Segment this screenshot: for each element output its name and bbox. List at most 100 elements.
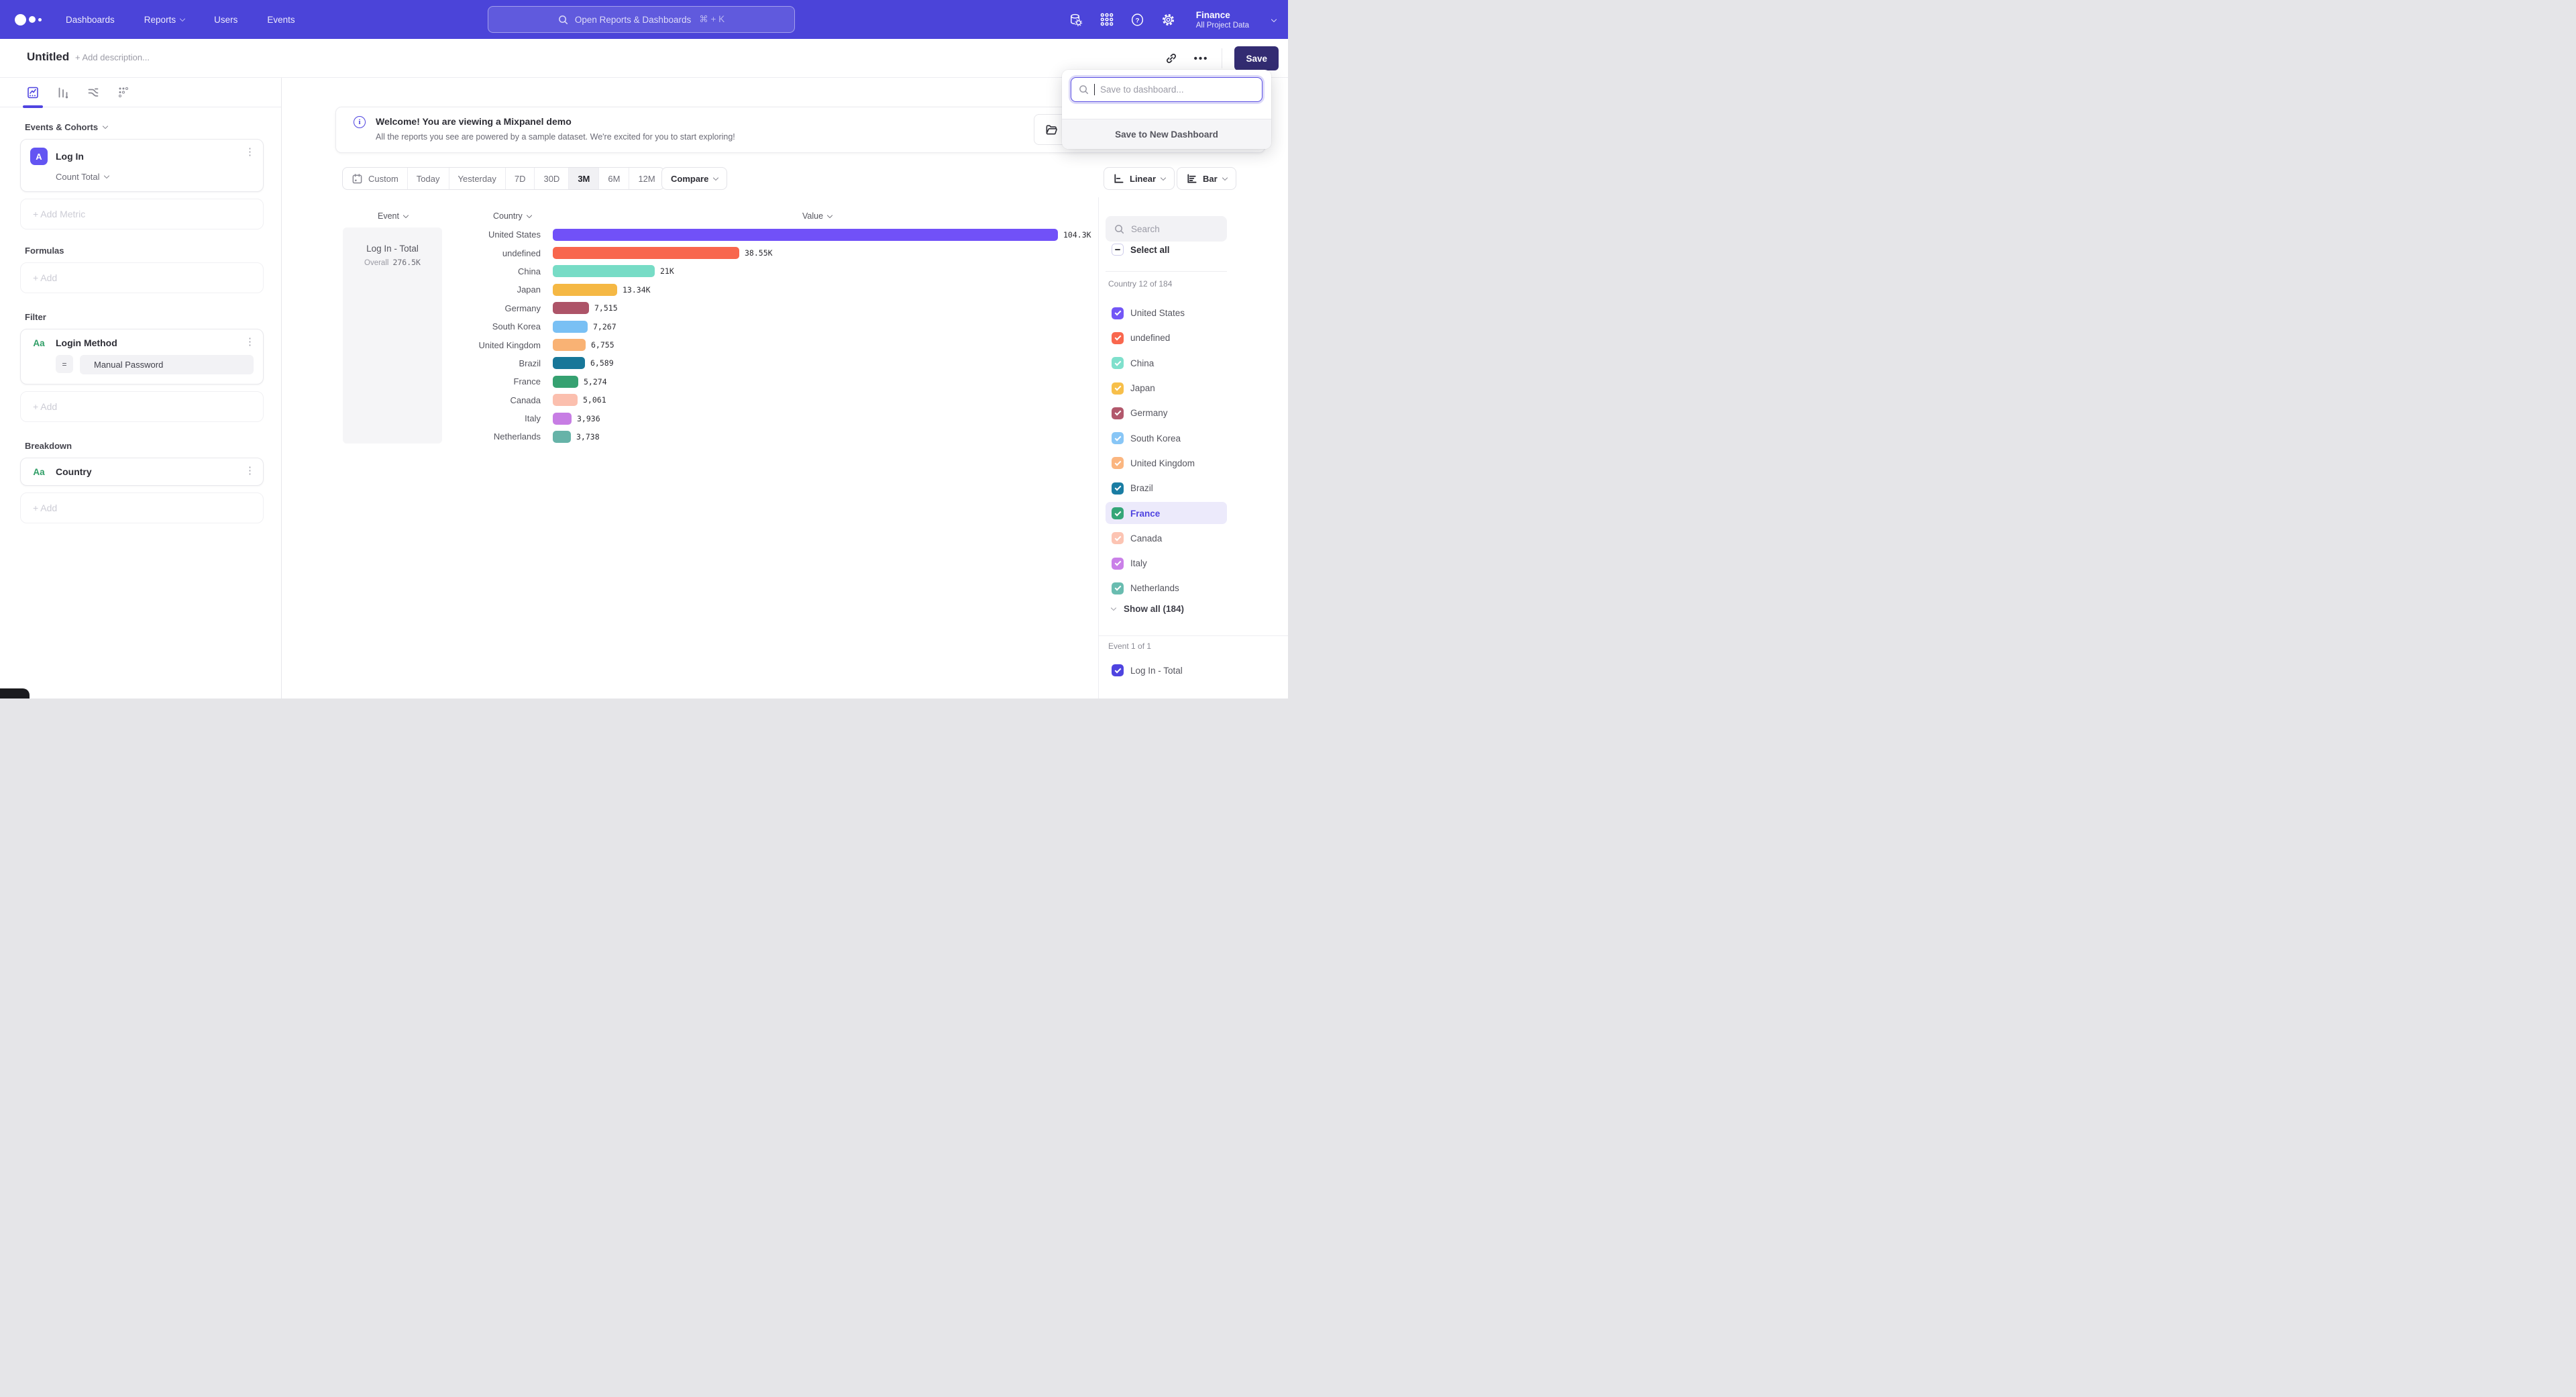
tab-retention[interactable] bbox=[116, 85, 131, 100]
add-metric-button[interactable]: + Add Metric bbox=[20, 199, 264, 229]
report-description-placeholder[interactable]: + Add description... bbox=[75, 52, 150, 62]
country-checkbox-checked[interactable] bbox=[1112, 432, 1124, 444]
value-bar[interactable] bbox=[553, 413, 572, 425]
value-bar[interactable] bbox=[553, 284, 617, 296]
data-management-icon[interactable] bbox=[1069, 12, 1083, 27]
value-bar[interactable] bbox=[553, 321, 588, 333]
tab-insights[interactable] bbox=[25, 85, 40, 100]
country-checkbox-checked[interactable] bbox=[1112, 482, 1124, 495]
country-filter-item[interactable]: United States bbox=[1099, 301, 1288, 325]
filter-kebab-icon[interactable]: ⋮ bbox=[245, 338, 255, 347]
scale-selector-button[interactable]: Linear bbox=[1104, 167, 1175, 190]
select-all-checkbox-indeterminate[interactable] bbox=[1112, 244, 1124, 256]
country-checkbox-checked[interactable] bbox=[1112, 307, 1124, 319]
range-30d[interactable]: 30D bbox=[535, 168, 569, 189]
range-yesterday[interactable]: Yesterday bbox=[449, 168, 506, 189]
filter-operator[interactable]: = bbox=[56, 355, 73, 373]
nav-item-users[interactable]: Users bbox=[214, 15, 237, 25]
apps-grid-icon[interactable] bbox=[1099, 12, 1114, 27]
save-button[interactable]: Save bbox=[1234, 46, 1279, 70]
value-bar[interactable] bbox=[553, 394, 578, 406]
compare-button[interactable]: Compare bbox=[661, 167, 727, 190]
legend-search-input[interactable]: Search bbox=[1106, 216, 1227, 242]
settings-gear-icon[interactable] bbox=[1161, 12, 1176, 27]
select-all-row[interactable]: Select all bbox=[1112, 244, 1170, 256]
country-filter-item[interactable]: Germany bbox=[1099, 401, 1288, 425]
report-title[interactable]: Untitled bbox=[27, 50, 69, 64]
bar-row: Germany7,515 bbox=[376, 299, 1095, 317]
save-dashboard-search-input[interactable]: Save to dashboard... bbox=[1071, 77, 1263, 102]
value-bar[interactable] bbox=[553, 431, 571, 443]
breakdown-card[interactable]: ⋮ Aa Country bbox=[20, 458, 264, 486]
country-filter-item[interactable]: Brazil bbox=[1099, 476, 1288, 501]
metric-kebab-icon[interactable]: ⋮ bbox=[245, 148, 255, 157]
add-filter-button[interactable]: + Add bbox=[20, 391, 264, 422]
column-header-value[interactable]: Value bbox=[802, 211, 832, 221]
value-bar[interactable] bbox=[553, 339, 586, 351]
country-filter-item[interactable]: Italy bbox=[1099, 551, 1288, 576]
event-legend-item[interactable]: Log In - Total bbox=[1112, 660, 1183, 680]
tab-flows[interactable] bbox=[86, 85, 101, 100]
filter-card[interactable]: ⋮ Aa Login Method = Manual Password bbox=[20, 329, 264, 384]
country-filter-item[interactable]: South Korea bbox=[1099, 425, 1288, 450]
more-options-icon[interactable]: ••• bbox=[1192, 50, 1210, 67]
events-cohorts-header[interactable]: Events & Cohorts bbox=[25, 122, 281, 132]
range-custom[interactable]: Custom bbox=[343, 168, 408, 189]
nav-item-dashboards[interactable]: Dashboards bbox=[66, 15, 115, 25]
country-filter-item[interactable]: United Kingdom bbox=[1099, 451, 1288, 476]
country-checkbox-checked[interactable] bbox=[1112, 507, 1124, 519]
chat-widget-peek[interactable] bbox=[0, 688, 30, 698]
value-bar[interactable] bbox=[553, 265, 655, 277]
breakdown-property-name[interactable]: Country bbox=[56, 466, 92, 477]
value-bar[interactable] bbox=[553, 247, 739, 259]
range-7d[interactable]: 7D bbox=[506, 168, 535, 189]
country-checkbox-checked[interactable] bbox=[1112, 532, 1124, 544]
value-bar[interactable] bbox=[553, 302, 589, 314]
project-chevron-down-icon[interactable] bbox=[1271, 17, 1277, 22]
country-filter-item[interactable]: France bbox=[1099, 501, 1288, 525]
add-formula-button[interactable]: + Add bbox=[20, 262, 264, 293]
mixpanel-logo-icon[interactable] bbox=[15, 14, 47, 25]
filter-property-name[interactable]: Login Method bbox=[56, 338, 117, 348]
nav-item-reports[interactable]: Reports bbox=[144, 15, 184, 25]
range-3m[interactable]: 3M bbox=[569, 168, 599, 189]
metric-aggregation[interactable]: Count Total bbox=[56, 172, 254, 182]
add-breakdown-button[interactable]: + Add bbox=[20, 493, 264, 523]
metric-card[interactable]: ⋮ A Log In Count Total bbox=[20, 139, 264, 192]
country-filter-item[interactable]: Netherlands bbox=[1099, 576, 1288, 601]
event-checkbox-checked[interactable] bbox=[1112, 664, 1124, 676]
country-checkbox-checked[interactable] bbox=[1112, 457, 1124, 469]
global-search-input[interactable]: Open Reports & Dashboards ⌘ + K bbox=[488, 6, 795, 33]
copy-link-icon[interactable] bbox=[1163, 50, 1180, 67]
country-checkbox-checked[interactable] bbox=[1112, 332, 1124, 344]
value-bar[interactable] bbox=[553, 357, 585, 369]
tab-funnels[interactable] bbox=[56, 85, 70, 100]
country-filter-item[interactable]: Japan bbox=[1099, 376, 1288, 401]
save-to-new-dashboard-button[interactable]: Save to New Dashboard bbox=[1062, 119, 1271, 149]
range-12m[interactable]: 12M bbox=[629, 168, 663, 189]
country-checkbox-checked[interactable] bbox=[1112, 407, 1124, 419]
country-filter-item[interactable]: Canada bbox=[1099, 526, 1288, 551]
value-bar[interactable] bbox=[553, 229, 1058, 241]
chart-type-button[interactable]: Bar bbox=[1177, 167, 1236, 190]
range-6m[interactable]: 6M bbox=[599, 168, 629, 189]
show-all-row[interactable]: Show all (184) bbox=[1112, 599, 1184, 619]
value-label: 7,267 bbox=[593, 322, 616, 331]
value-bar[interactable] bbox=[553, 376, 578, 388]
column-header-country[interactable]: Country bbox=[493, 211, 531, 221]
country-filter-item[interactable]: China bbox=[1099, 351, 1288, 376]
project-switcher[interactable]: Finance All Project Data bbox=[1196, 10, 1249, 30]
column-header-event[interactable]: Event bbox=[378, 211, 408, 221]
country-checkbox-checked[interactable] bbox=[1112, 582, 1124, 594]
value-label: 21K bbox=[660, 266, 674, 276]
metric-event-name[interactable]: Log In bbox=[56, 151, 84, 162]
range-today[interactable]: Today bbox=[408, 168, 449, 189]
country-checkbox-checked[interactable] bbox=[1112, 558, 1124, 570]
filter-value[interactable]: Manual Password bbox=[80, 355, 254, 374]
breakdown-kebab-icon[interactable]: ⋮ bbox=[245, 466, 255, 476]
help-icon[interactable]: ? bbox=[1130, 12, 1145, 27]
nav-item-events[interactable]: Events bbox=[267, 15, 294, 25]
country-filter-item[interactable]: undefined bbox=[1099, 325, 1288, 350]
country-checkbox-checked[interactable] bbox=[1112, 382, 1124, 395]
country-checkbox-checked[interactable] bbox=[1112, 357, 1124, 369]
